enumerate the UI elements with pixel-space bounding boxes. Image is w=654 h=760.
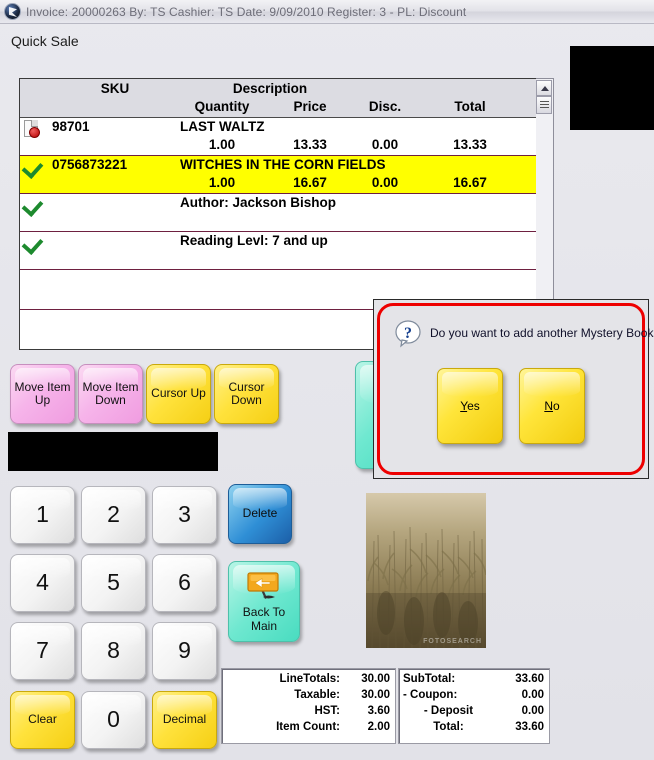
move-item-up-button[interactable]: Move Item Up [10,364,75,424]
keypad-key-3[interactable]: 3 [152,486,217,544]
move-item-down-button[interactable]: Move Item Down [78,364,143,424]
no-accesskey: N [544,399,553,413]
entry-display-field[interactable] [8,432,218,471]
pos-quick-sale-window: Invoice: 20000263 By: TS Cashier: TS Dat… [0,0,654,760]
page-title: Quick Sale [11,33,79,49]
back-arrow-sign-icon [247,572,279,599]
column-header-total: Total [454,99,486,114]
table-row[interactable]: 0756873221 WITCHES IN THE CORN FIELDS 1.… [20,156,552,194]
total-row: SubTotal: 33.60 [403,673,544,685]
back-to-main-button[interactable]: Back To Main [228,561,300,642]
total-row: HST: 3.60 [314,704,390,717]
column-header-sku: SKU [100,81,130,96]
green-check-icon [24,234,46,254]
total-row: Taxable: 30.00 [294,688,390,701]
titlebar-info-text: Invoice: 20000263 By: TS Cashier: TS Dat… [26,4,467,19]
customer-display-panel [570,46,654,130]
keypad-key-9[interactable]: 9 [152,622,217,680]
cell-description: WITCHES IN THE CORN FIELDS [180,157,386,172]
cell-price: 13.33 [293,137,327,152]
keypad-key-5[interactable]: 5 [81,554,146,612]
keypad-key-6[interactable]: 6 [152,554,217,612]
scrollbar-thumb[interactable] [536,96,552,114]
column-header-price: Price [293,99,327,114]
total-row: - Coupon: 0.00 [403,688,544,701]
totals-panel-right: SubTotal: 33.60 - Coupon: 0.00 - Deposit 0.… [398,668,550,744]
cursor-up-button[interactable]: Cursor Up [146,364,211,424]
keypad-decimal-button[interactable]: Decimal [152,691,217,749]
keypad-key-8[interactable]: 8 [81,622,146,680]
total-row: Total: 33.60 [433,720,544,733]
table-row[interactable]: Reading Levl: 7 and up [20,232,552,270]
cell-total: 16.67 [453,175,487,190]
scroll-up-icon[interactable] [536,80,552,96]
yes-rest: es [467,399,480,413]
delete-button[interactable]: Delete [228,484,292,544]
no-rest: o [552,399,560,413]
green-check-icon [24,196,46,216]
grid-header-row: SKU Description Quantity Price Disc. Tot… [20,79,552,118]
svg-text:?: ? [404,325,412,342]
keypad-key-4[interactable]: 4 [10,554,75,612]
cell-total: 13.33 [453,137,487,152]
cell-sku: 0756873221 [52,157,128,172]
cell-detail-reading-level: Reading Levl: 7 and up [180,233,328,248]
keypad-key-2[interactable]: 2 [81,486,146,544]
column-header-disc: Disc. [368,99,402,114]
dialog-message: Do you want to add another Mystery Books… [430,326,654,340]
column-header-description: Description [232,81,308,96]
document-error-icon [24,120,46,140]
image-watermark: FOTOSEARCH [423,638,482,645]
app-logo-icon [4,3,21,20]
keypad-key-1[interactable]: 1 [10,486,75,544]
question-mark-icon: ? [395,320,421,348]
total-row: Item Count: 2.00 [276,720,390,733]
cell-disc: 0.00 [371,137,399,152]
total-row: - Deposit 0.00 [423,704,544,717]
corn-field-graphic [366,493,486,648]
keypad-key-7[interactable]: 7 [10,622,75,680]
cell-detail-author: Author: Jackson Bishop [180,195,337,210]
cell-sku: 98701 [52,119,90,134]
cell-description: LAST WALTZ [180,119,265,134]
confirm-dialog[interactable]: ? Do you want to add another Mystery Boo… [373,299,654,479]
cell-quantity: 1.00 [208,137,236,152]
totals-panel-left: LineTotals: 30.00 Taxable: 30.00 HST: 3.60 … [221,668,396,744]
cell-disc: 0.00 [371,175,399,190]
table-row[interactable]: 98701 LAST WALTZ 1.00 13.33 0.00 13.33 [20,118,552,156]
table-row[interactable]: Author: Jackson Bishop [20,194,552,232]
cell-quantity: 1.00 [208,175,236,190]
cell-price: 16.67 [293,175,327,190]
green-check-icon [24,158,46,178]
dialog-yes-button[interactable]: Yes [437,368,503,444]
keypad-key-0[interactable]: 0 [81,691,146,749]
keypad-clear-button[interactable]: Clear [10,691,75,749]
dialog-no-button[interactable]: No [519,368,585,444]
column-header-quantity: Quantity [194,99,250,114]
window-titlebar: Invoice: 20000263 By: TS Cashier: TS Dat… [0,0,654,24]
total-row: LineTotals: 30.00 [279,673,390,685]
item-cover-image: FOTOSEARCH [366,493,486,648]
cursor-down-button[interactable]: Cursor Down [214,364,279,424]
